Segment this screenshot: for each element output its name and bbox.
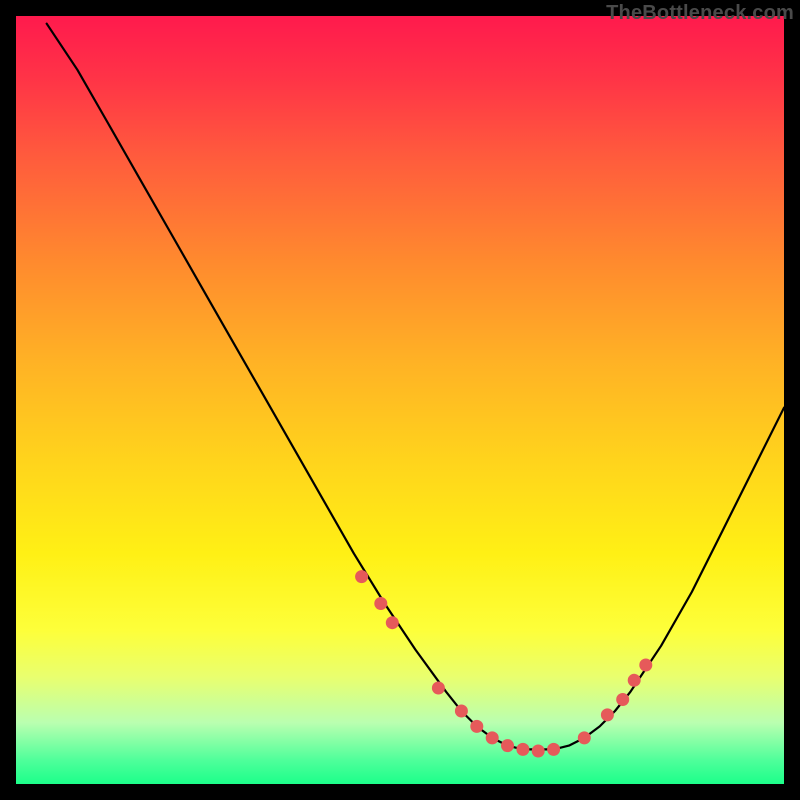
curve-path	[47, 24, 784, 750]
data-dot	[374, 597, 387, 610]
data-dot	[532, 745, 545, 758]
chart-frame	[16, 16, 784, 784]
data-dot	[386, 616, 399, 629]
data-dot	[547, 743, 560, 756]
data-dot	[470, 720, 483, 733]
data-dot	[486, 731, 499, 744]
data-dot	[355, 570, 368, 583]
data-dot	[501, 739, 514, 752]
data-dot	[432, 682, 445, 695]
data-dot	[455, 705, 468, 718]
chart-svg	[16, 16, 784, 784]
data-dot	[616, 693, 629, 706]
watermark-text: TheBottleneck.com	[606, 2, 794, 25]
data-dot	[628, 674, 641, 687]
data-dot	[578, 731, 591, 744]
data-dot	[601, 708, 614, 721]
data-dot	[639, 659, 652, 672]
bottleneck-curve	[47, 24, 784, 750]
highlighted-dots	[355, 570, 652, 757]
data-dot	[516, 743, 529, 756]
